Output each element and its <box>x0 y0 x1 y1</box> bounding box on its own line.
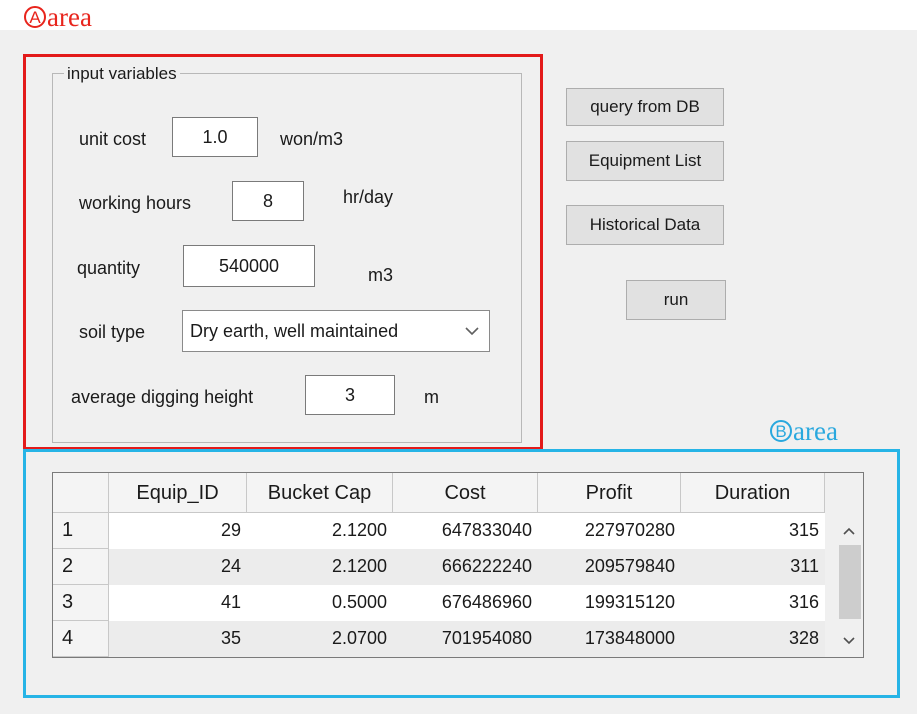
row-header-4[interactable]: 4 <box>53 621 109 657</box>
area-a-label: Aarea <box>24 2 92 32</box>
run-button[interactable]: run <box>626 280 726 320</box>
quantity-unit: m3 <box>368 265 394 285</box>
table-cell-bucket-cap[interactable]: 2.1200 <box>247 513 393 549</box>
chevron-up-icon[interactable] <box>840 523 858 541</box>
chevron-down-icon[interactable] <box>840 631 858 649</box>
table-cell-bucket-cap[interactable]: 0.5000 <box>247 585 393 621</box>
table-corner-header <box>53 473 109 513</box>
column-header-profit[interactable]: Profit <box>538 473 681 513</box>
table-cell-profit[interactable]: 173848000 <box>538 621 681 657</box>
table-cell-duration[interactable]: 316 <box>681 585 825 621</box>
equipment-list-button[interactable]: Equipment List <box>566 141 724 181</box>
area-b-label: Barea <box>770 416 838 446</box>
working-hours-label: working hours <box>79 193 192 213</box>
table-cell-bucket-cap[interactable]: 2.1200 <box>247 549 393 585</box>
soil-type-dropdown[interactable]: Dry earth, well maintained <box>182 310 490 352</box>
table-cell-bucket-cap[interactable]: 2.0700 <box>247 621 393 657</box>
area-a-text: area <box>47 2 92 32</box>
table-cell-equip-id[interactable]: 24 <box>109 549 247 585</box>
historical-data-button[interactable]: Historical Data <box>566 205 724 245</box>
chevron-down-icon <box>465 327 479 336</box>
soil-type-value: Dry earth, well maintained <box>190 321 399 341</box>
table-cell-duration[interactable]: 315 <box>681 513 825 549</box>
area-b-text: area <box>793 416 838 446</box>
unit-cost-label: unit cost <box>79 129 147 149</box>
row-header-2[interactable]: 2 <box>53 549 109 585</box>
table-vertical-scrollbar[interactable] <box>835 513 863 657</box>
column-header-bucket-cap[interactable]: Bucket Cap <box>247 473 393 513</box>
unit-cost-unit: won/m3 <box>280 129 344 149</box>
column-header-duration[interactable]: Duration <box>681 473 825 513</box>
scrollbar-thumb[interactable] <box>839 545 861 619</box>
table-cell-equip-id[interactable]: 29 <box>109 513 247 549</box>
soil-type-label: soil type <box>79 322 146 342</box>
table-cell-profit[interactable]: 227970280 <box>538 513 681 549</box>
digging-height-unit: m <box>424 387 439 407</box>
unit-cost-input[interactable]: 1.0 <box>172 117 258 157</box>
quantity-input[interactable]: 540000 <box>183 245 315 287</box>
table-cell-cost[interactable]: 676486960 <box>393 585 538 621</box>
working-hours-unit: hr/day <box>343 187 394 207</box>
column-header-equip-id[interactable]: Equip_ID <box>109 473 247 513</box>
results-table: Equip_ID Bucket Cap Cost Profit Duration… <box>52 472 864 658</box>
query-from-db-button[interactable]: query from DB <box>566 88 724 126</box>
row-header-3[interactable]: 3 <box>53 585 109 621</box>
digging-height-input[interactable]: 3 <box>305 375 395 415</box>
table-cell-cost[interactable]: 666222240 <box>393 549 538 585</box>
row-header-1[interactable]: 1 <box>53 513 109 549</box>
table-cell-duration[interactable]: 311 <box>681 549 825 585</box>
area-a-letter: A <box>24 5 46 28</box>
table-cell-equip-id[interactable]: 41 <box>109 585 247 621</box>
table-cell-duration[interactable]: 328 <box>681 621 825 657</box>
table-cell-equip-id[interactable]: 35 <box>109 621 247 657</box>
quantity-label: quantity <box>77 258 141 278</box>
digging-height-label: average digging height <box>71 387 254 407</box>
input-variables-title: input variables <box>64 65 180 82</box>
column-header-cost[interactable]: Cost <box>393 473 538 513</box>
table-cell-profit[interactable]: 209579840 <box>538 549 681 585</box>
table-cell-cost[interactable]: 701954080 <box>393 621 538 657</box>
working-hours-input[interactable]: 8 <box>232 181 304 221</box>
table-cell-profit[interactable]: 199315120 <box>538 585 681 621</box>
area-b-letter: B <box>770 419 792 442</box>
table-cell-cost[interactable]: 647833040 <box>393 513 538 549</box>
